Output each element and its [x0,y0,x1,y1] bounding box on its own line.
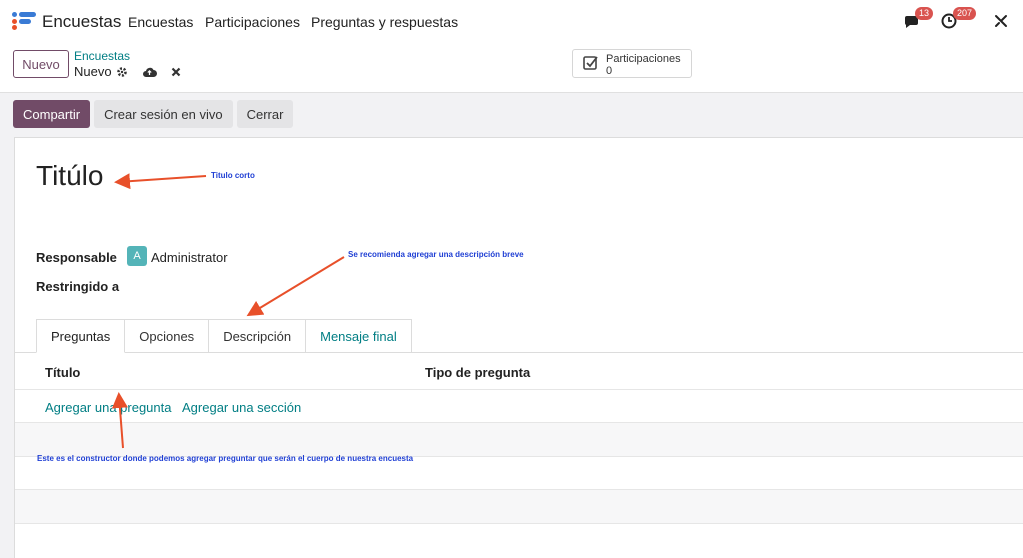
tab-mensaje-final[interactable]: Mensaje final [305,319,412,352]
cloud-save-icon[interactable] [142,66,157,78]
statusbar-buttons: Compartir Crear sesión en vivo Cerrar [13,100,294,128]
tab-preguntas[interactable]: Preguntas [36,319,126,353]
systray: 13 207 [903,7,1013,31]
annotation-short-title: Titulo corto [211,171,255,180]
close-button[interactable]: Cerrar [236,100,294,128]
list-empty-row [15,423,1023,456]
annotation-description-hint: Se recomienda agregar una descripción br… [348,250,524,259]
participations-stat-button[interactable]: Participaciones 0 [572,49,692,78]
add-section-link[interactable]: Agregar una sección [182,400,301,415]
tab-opciones[interactable]: Opciones [124,319,210,352]
messages-badge: 13 [915,7,934,20]
nav-item-encuestas[interactable]: Encuestas [128,14,193,30]
control-panel: Nuevo Encuestas Nuevo Participaciones 0 [0,42,1023,93]
notebook-tabs: Preguntas Opciones Descripción Mensaje f… [36,319,412,353]
tools-icon [995,15,1007,27]
row-divider [15,523,1023,524]
row-divider [15,389,1023,390]
title-input[interactable]: Titúlo [36,160,103,192]
top-navbar: Encuestas Encuestas Participaciones Preg… [0,0,1023,42]
discard-icon[interactable] [171,67,181,77]
live-session-button[interactable]: Crear sesión en vivo [94,100,233,128]
share-button[interactable]: Compartir [13,100,91,128]
checkbox-icon [583,56,598,70]
nav-item-participaciones[interactable]: Participaciones [205,14,300,30]
restricted-label: Restringido a [36,279,120,294]
stat-label: Participaciones [606,53,681,65]
debug-tools-button[interactable] [991,9,1013,31]
activities-badge: 207 [953,7,977,20]
responsible-field[interactable]: Administrator [151,250,228,265]
app-name[interactable]: Encuestas [42,12,121,32]
form-sheet: Titúlo Responsable A Administrator Restr… [14,137,1023,558]
annotation-builder-hint: Este es el constructor donde podemos agr… [37,454,414,463]
record-actions [116,66,181,78]
nav-item-preguntas-respuestas[interactable]: Preguntas y respuestas [311,14,458,30]
gear-icon[interactable] [116,66,128,78]
column-header-titulo[interactable]: Título [45,365,80,380]
breadcrumb-parent[interactable]: Encuestas [74,49,130,63]
app-menu-icon[interactable] [12,12,36,30]
breadcrumb-current: Nuevo [74,64,112,79]
avatar: A [127,246,147,266]
stat-value: 0 [606,65,613,77]
responsible-label: Responsable [36,250,117,265]
new-button[interactable]: Nuevo [13,50,69,78]
list-empty-row [15,490,1023,523]
messages-button[interactable]: 13 [903,7,934,31]
add-question-link[interactable]: Agregar una pregunta [45,400,171,415]
tab-descripcion[interactable]: Descripción [208,319,307,352]
activities-button[interactable]: 207 [941,7,977,31]
column-header-tipo[interactable]: Tipo de pregunta [425,365,530,380]
